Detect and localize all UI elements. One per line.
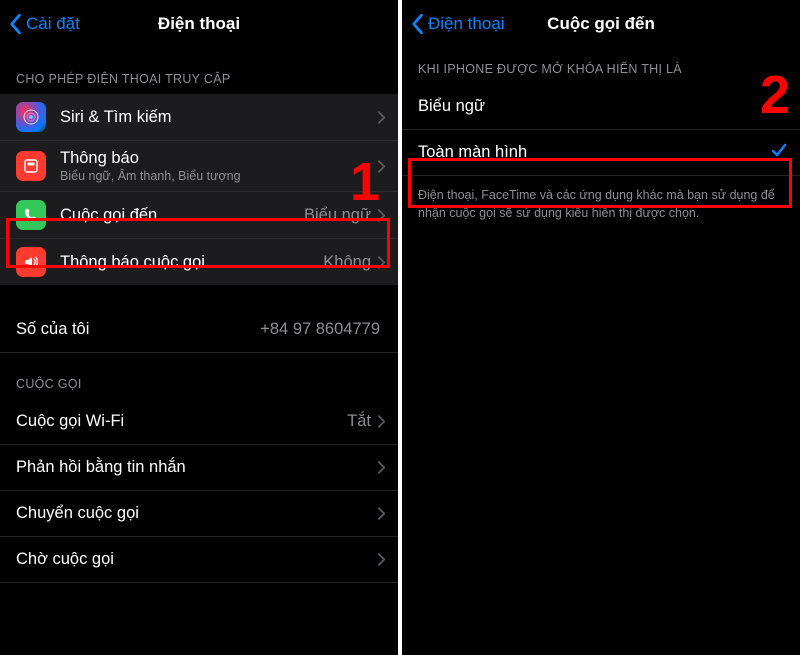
chevron-right-icon xyxy=(377,159,386,174)
spacer xyxy=(0,285,398,307)
option-label: Toàn màn hình xyxy=(418,143,770,162)
row-label: Số của tôi xyxy=(16,320,260,339)
chevron-right-icon xyxy=(377,552,386,567)
row-label: Cuộc gọi đến xyxy=(60,206,304,225)
chevron-right-icon xyxy=(377,110,386,125)
row-label: Phản hồi bằng tin nhắn xyxy=(16,458,377,477)
row-option-banner[interactable]: Biểu ngữ xyxy=(402,84,800,130)
row-siri-search[interactable]: Siri & Tìm kiếm xyxy=(0,94,398,141)
chevron-left-icon xyxy=(8,13,22,35)
row-label: Thông báo xyxy=(60,149,377,168)
chevron-right-icon xyxy=(377,208,386,223)
option-label: Biểu ngữ xyxy=(418,97,788,116)
row-detail: Biểu ngữ xyxy=(304,206,371,225)
chevron-right-icon xyxy=(377,255,386,270)
back-label: Điện thoại xyxy=(428,14,505,34)
section-header-display: KHI IPHONE ĐƯỢC MỞ KHÓA HIỂN THỊ LÀ xyxy=(402,48,800,84)
row-my-number[interactable]: Số của tôi +84 97 8604779 xyxy=(0,307,398,353)
row-label: Thông báo cuộc gọi xyxy=(60,253,323,272)
siri-icon xyxy=(16,102,46,132)
back-button[interactable]: Cài đặt xyxy=(8,13,80,35)
page-title: Điện thoại xyxy=(158,14,240,34)
row-detail: Không xyxy=(323,253,371,272)
check-icon xyxy=(770,141,788,164)
row-option-fullscreen[interactable]: Toàn màn hình xyxy=(402,130,800,176)
row-incoming-calls[interactable]: Cuộc gọi đến Biểu ngữ xyxy=(0,192,398,239)
section-header-allow: CHO PHÉP ĐIỆN THOẠI TRUY CẬP xyxy=(0,48,398,94)
back-label: Cài đặt xyxy=(26,14,80,34)
group-allow-access: Siri & Tìm kiếm Thông báo Biểu ngữ, Âm t… xyxy=(0,94,398,285)
page-title: Cuộc gọi đến xyxy=(547,14,655,34)
row-announce-calls[interactable]: Thông báo cuộc gọi Không xyxy=(0,239,398,285)
row-call-waiting[interactable]: Chờ cuộc gọi xyxy=(0,537,398,583)
row-sublabel: Biểu ngữ, Âm thanh, Biểu tượng xyxy=(60,169,377,183)
row-detail: +84 97 8604779 xyxy=(260,320,380,339)
row-label: Cuộc gọi Wi-Fi xyxy=(16,412,347,431)
row-label: Chuyển cuộc gọi xyxy=(16,504,377,523)
phone-incoming-screen: Điện thoại Cuộc gọi đến KHI IPHONE ĐƯỢC … xyxy=(402,0,800,655)
chevron-right-icon xyxy=(377,414,386,429)
speaker-icon xyxy=(16,247,46,277)
row-label: Siri & Tìm kiếm xyxy=(60,108,377,127)
section-header-calls: CUỘC GỌI xyxy=(0,353,398,399)
back-button[interactable]: Điện thoại xyxy=(410,13,505,35)
chevron-right-icon xyxy=(377,460,386,475)
row-wifi-calling[interactable]: Cuộc gọi Wi-Fi Tắt xyxy=(0,399,398,445)
row-call-forwarding[interactable]: Chuyển cuộc gọi xyxy=(0,491,398,537)
footer-note: Điện thoại, FaceTime và các ứng dụng khá… xyxy=(402,176,800,232)
chevron-left-icon xyxy=(410,13,424,35)
notification-icon xyxy=(16,151,46,181)
row-detail: Tắt xyxy=(347,412,371,431)
phone-icon xyxy=(16,200,46,230)
row-notifications[interactable]: Thông báo Biểu ngữ, Âm thanh, Biểu tượng xyxy=(0,141,398,192)
row-label: Chờ cuộc gọi xyxy=(16,550,377,569)
row-respond-text[interactable]: Phản hồi bằng tin nhắn xyxy=(0,445,398,491)
navbar: Cài đặt Điện thoại xyxy=(0,0,398,48)
phone-settings-screen: Cài đặt Điện thoại CHO PHÉP ĐIỆN THOẠI T… xyxy=(0,0,398,655)
navbar: Điện thoại Cuộc gọi đến xyxy=(402,0,800,48)
chevron-right-icon xyxy=(377,506,386,521)
